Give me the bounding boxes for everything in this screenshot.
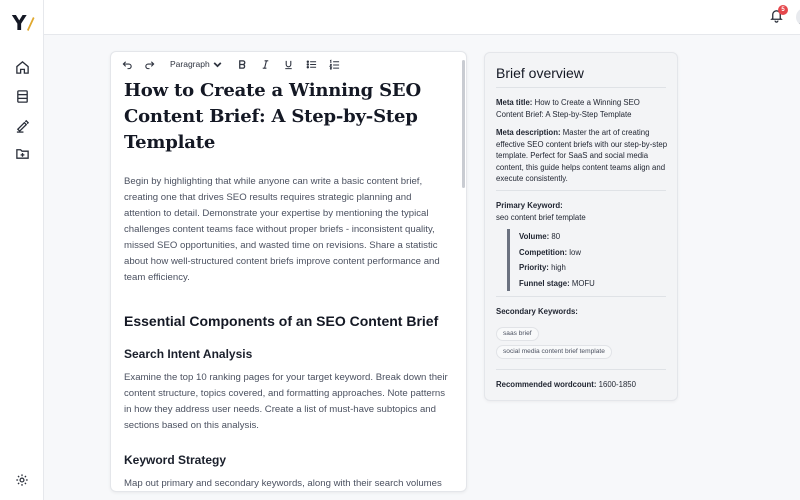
sidebar: Y (0, 0, 44, 500)
brief-overview-panel: Brief overview Meta title: How to Create… (484, 52, 678, 401)
section-heading: Essential Components of an SEO Content B… (124, 313, 439, 329)
editor-toolbar: Paragraph (111, 52, 466, 76)
keyword-chip[interactable]: saas brief (496, 327, 539, 341)
numbered-list-icon[interactable] (327, 57, 341, 71)
primary-keyword: Primary Keyword: seo content brief templ… (496, 201, 586, 222)
bullet-list-icon[interactable] (304, 57, 318, 71)
metric-funnel-stage: Funnel stage: MOFU (519, 278, 595, 288)
divider (496, 190, 666, 191)
top-bar: 5 (44, 0, 800, 35)
avatar (796, 8, 800, 26)
italic-icon[interactable] (258, 57, 272, 71)
keyword-chip[interactable]: social media content brief template (496, 345, 612, 359)
metric-competition: Competition: low (519, 247, 581, 257)
app-logo[interactable]: Y (11, 10, 35, 35)
documents-icon[interactable] (12, 86, 32, 106)
divider (496, 296, 666, 297)
editor-content[interactable]: How to Create a Winning SEO Content Brie… (124, 78, 449, 491)
document-editor[interactable]: Paragraph How to Create a Winning SEO Co… (110, 51, 467, 492)
bold-icon[interactable] (235, 57, 249, 71)
block-type-select[interactable]: Paragraph (170, 57, 223, 71)
subsection-heading-keyword-strategy: Keyword Strategy (124, 453, 227, 467)
secondary-keywords-label: Secondary Keywords: (496, 307, 578, 316)
notification-badge: 5 (778, 5, 788, 15)
divider (496, 87, 666, 88)
subsection-heading-search-intent: Search Intent Analysis (124, 347, 253, 361)
chevron-down-icon (213, 61, 222, 67)
editor-scrollbar[interactable] (462, 60, 465, 188)
undo-icon[interactable] (120, 57, 134, 71)
user-menu[interactable] (796, 7, 800, 27)
intro-paragraph: Begin by highlighting that while anyone … (124, 176, 440, 283)
folder-add-icon[interactable] (12, 143, 32, 163)
write-icon[interactable] (12, 115, 32, 135)
primary-keyword-metrics: Volume: 80 Competition: low Priority: hi… (507, 229, 657, 291)
metric-volume: Volume: 80 (519, 232, 561, 241)
settings-gear-icon[interactable] (12, 470, 32, 490)
underline-icon[interactable] (281, 57, 295, 71)
svg-text:Y: Y (11, 11, 27, 34)
document-title: How to Create a Winning SEO Content Brie… (124, 80, 421, 153)
keyword-strategy-paragraph: Map out primary and secondary keywords, … (124, 478, 442, 489)
metric-priority: Priority: high (519, 263, 566, 272)
meta-description: Meta description: Master the art of crea… (496, 128, 668, 183)
search-intent-paragraph: Examine the top 10 ranking pages for you… (124, 372, 448, 431)
notifications-bell-icon[interactable]: 5 (769, 5, 788, 26)
brief-title: Brief overview (496, 65, 584, 81)
redo-icon[interactable] (142, 57, 156, 71)
home-icon[interactable] (12, 57, 32, 77)
divider (496, 369, 666, 370)
meta-title: Meta title: How to Create a Winning SEO … (496, 98, 640, 119)
recommended-wordcount: Recommended wordcount: 1600-1850 (496, 380, 636, 389)
